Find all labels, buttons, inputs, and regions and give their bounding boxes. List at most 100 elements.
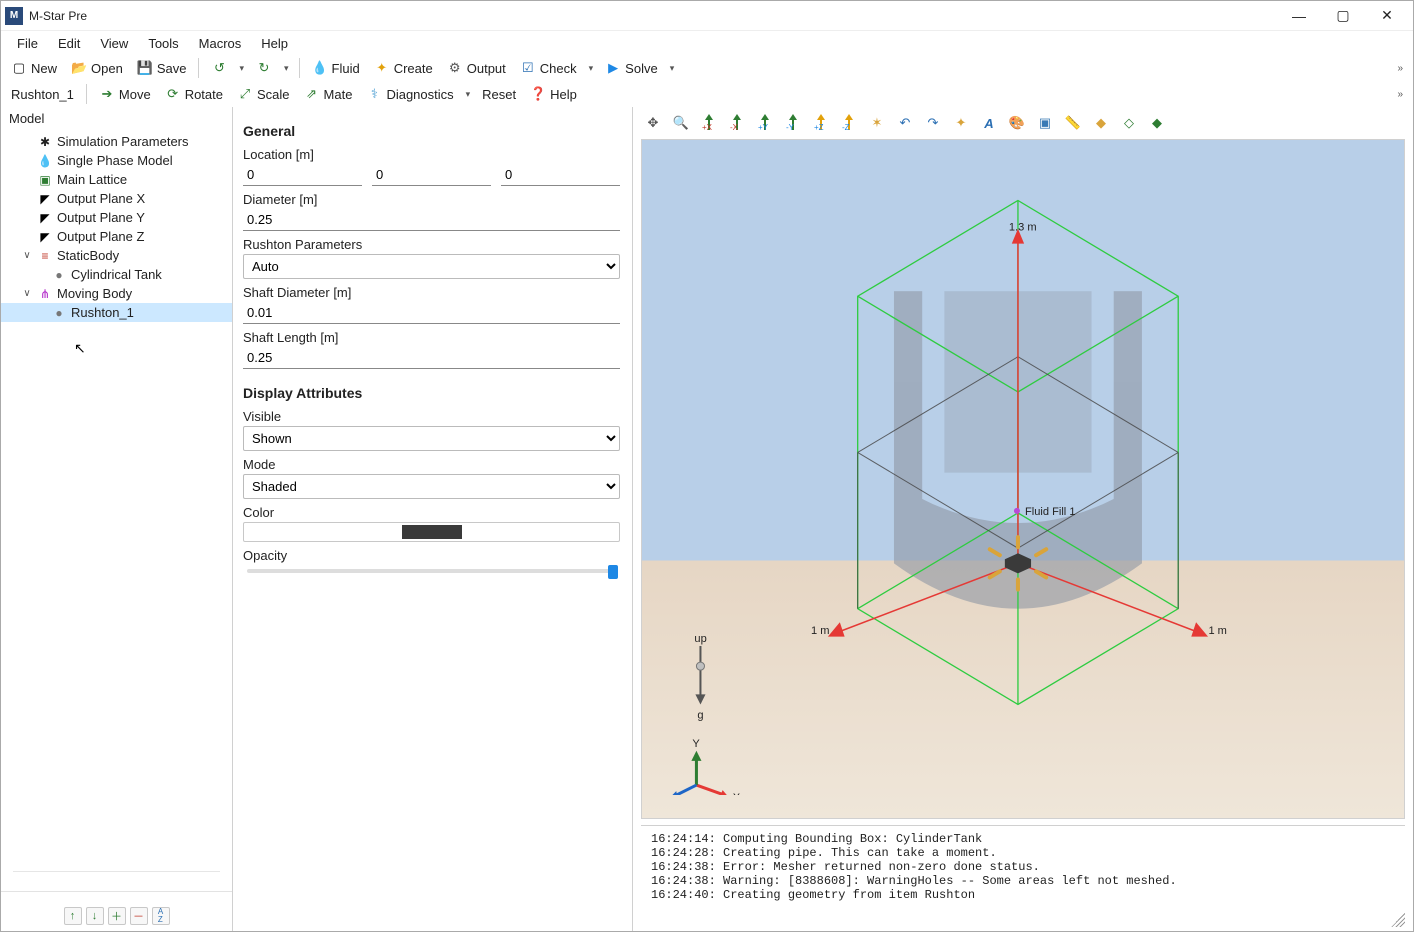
cube-outline-icon[interactable]: ▣: [1033, 111, 1057, 135]
text-overlay-icon[interactable]: A: [977, 111, 1001, 135]
tree-item[interactable]: ●Cylindrical Tank: [1, 265, 232, 284]
remove-node-button[interactable]: －: [130, 907, 148, 925]
scale-button[interactable]: ⤢Scale: [231, 84, 296, 104]
viewport-toolbar: ✥ 🔍 +X -X +Y -Y +Z -Z ✶ ↶ ↷ ✦ A 🎨 ▣ 📏 ◆ …: [633, 107, 1413, 139]
check-dropdown[interactable]: ▾: [585, 63, 598, 74]
mate-button[interactable]: ⇗Mate: [298, 84, 359, 104]
rushton-params-select[interactable]: Auto: [243, 254, 620, 279]
move-button[interactable]: ➔Move: [93, 84, 157, 104]
toolbar-overflow[interactable]: »: [1391, 61, 1409, 76]
solve-button[interactable]: ▶Solve: [599, 58, 664, 78]
location-x-input[interactable]: [243, 164, 362, 186]
diagnostics-button[interactable]: ⚕Diagnostics: [360, 84, 459, 104]
tree-item[interactable]: ◤Output Plane Y: [1, 208, 232, 227]
expander-icon[interactable]: ∨: [21, 250, 33, 261]
tree-item[interactable]: ◤Output Plane X: [1, 189, 232, 208]
move-up-button[interactable]: ↑: [64, 907, 82, 925]
visible-select[interactable]: Shown: [243, 426, 620, 451]
open-button[interactable]: 📂Open: [65, 58, 129, 78]
window-maximize-button[interactable]: ▢: [1321, 2, 1365, 30]
opacity-slider[interactable]: [247, 569, 616, 573]
zoom-icon[interactable]: 🔍: [669, 111, 693, 135]
check-button[interactable]: ☑Check: [514, 58, 583, 78]
palette-icon[interactable]: 🎨: [1005, 111, 1029, 135]
menu-tools[interactable]: Tools: [138, 34, 188, 53]
menu-help[interactable]: Help: [251, 34, 298, 53]
toolbar-overflow[interactable]: »: [1391, 87, 1409, 102]
expander-icon[interactable]: ∨: [21, 288, 33, 299]
view-plus-y-icon[interactable]: +Y: [753, 111, 777, 135]
window-minimize-button[interactable]: —: [1277, 2, 1321, 30]
save-button[interactable]: 💾Save: [131, 58, 193, 78]
shaft-length-input[interactable]: [243, 347, 620, 369]
cube-yellow-icon[interactable]: ◆: [1089, 111, 1113, 135]
shaft-diameter-input[interactable]: [243, 302, 620, 324]
viewport-panel: ✥ 🔍 +X -X +Y -Y +Z -Z ✶ ↶ ↷ ✦ A 🎨 ▣ 📏 ◆ …: [633, 107, 1413, 931]
pivot-icon[interactable]: ✦: [949, 111, 973, 135]
tree-item-label: Rushton_1: [71, 305, 134, 320]
window-close-button[interactable]: ✕: [1365, 2, 1409, 30]
menu-macros[interactable]: Macros: [189, 34, 252, 53]
view-minus-z-icon[interactable]: -Z: [837, 111, 861, 135]
redo-button[interactable]: ↻: [250, 58, 278, 78]
view-plus-x-icon[interactable]: +X: [697, 111, 721, 135]
rotate-pos90-icon[interactable]: ↷: [921, 111, 945, 135]
rotate-button[interactable]: ⟳Rotate: [159, 84, 229, 104]
log-panel[interactable]: 16:24:14: Computing Bounding Box: Cylind…: [641, 825, 1405, 915]
cube-green-icon[interactable]: ◇: [1117, 111, 1141, 135]
view-minus-x-icon[interactable]: -X: [725, 111, 749, 135]
tree-item[interactable]: ▣Main Lattice: [1, 170, 232, 189]
create-button[interactable]: ✦Create: [368, 58, 439, 78]
menu-file[interactable]: File: [7, 34, 48, 53]
section-display: Display Attributes: [243, 385, 620, 401]
iso-view-icon[interactable]: ✶: [865, 111, 889, 135]
location-z-input[interactable]: [501, 164, 620, 186]
model-tree[interactable]: ✱Simulation Parameters💧Single Phase Mode…: [1, 130, 232, 871]
add-node-button[interactable]: ＋: [108, 907, 126, 925]
undo-button[interactable]: ↺: [205, 58, 233, 78]
svg-text:+Y: +Y: [758, 123, 769, 132]
menu-edit[interactable]: Edit: [48, 34, 90, 53]
fit-geometry-icon[interactable]: ✥: [641, 111, 665, 135]
tree-item[interactable]: ∨≡StaticBody: [1, 246, 232, 265]
rotate-neg90-icon[interactable]: ↶: [893, 111, 917, 135]
view-plus-z-icon[interactable]: +Z: [809, 111, 833, 135]
help-button[interactable]: ❓Help: [524, 84, 583, 104]
view-minus-y-icon[interactable]: -Y: [781, 111, 805, 135]
menu-view[interactable]: View: [90, 34, 138, 53]
fluid-button[interactable]: 💧Fluid: [306, 58, 366, 78]
gear-icon: ⚙: [447, 60, 463, 76]
new-button[interactable]: ▢New: [5, 58, 63, 78]
resize-handle[interactable]: [641, 919, 1405, 927]
undo-dropdown[interactable]: ▾: [235, 63, 248, 74]
location-y-input[interactable]: [372, 164, 491, 186]
move-label: Move: [119, 87, 151, 102]
sort-az-button[interactable]: AZ: [152, 907, 170, 925]
node-icon: ◤: [37, 192, 53, 206]
color-picker[interactable]: [243, 522, 620, 542]
tree-item[interactable]: ∨⋔Moving Body: [1, 284, 232, 303]
opacity-thumb[interactable]: [608, 565, 618, 579]
tree-item[interactable]: ✱Simulation Parameters: [1, 132, 232, 151]
tree-item[interactable]: ● Rushton_1: [1, 303, 232, 322]
open-label: Open: [91, 61, 123, 76]
tree-item[interactable]: ◤Output Plane Z: [1, 227, 232, 246]
mode-select[interactable]: Shaded: [243, 474, 620, 499]
redo-dropdown[interactable]: ▾: [280, 63, 293, 74]
location-label: Location [m]: [243, 147, 620, 162]
menubar: File Edit View Tools Macros Help: [1, 31, 1413, 55]
tree-item[interactable]: 💧Single Phase Model: [1, 151, 232, 170]
solve-dropdown[interactable]: ▾: [666, 63, 679, 74]
move-down-button[interactable]: ↓: [86, 907, 104, 925]
diameter-input[interactable]: [243, 209, 620, 231]
node-icon: ●: [51, 306, 67, 320]
cube-solid-icon[interactable]: ◆: [1145, 111, 1169, 135]
ruler-icon[interactable]: 📏: [1061, 111, 1085, 135]
check-label: Check: [540, 61, 577, 76]
viewport-3d[interactable]: Fluid Fill 1 1.3 m 1 m 1 m up g X: [641, 139, 1405, 819]
reset-dropdown-chev[interactable]: ▾: [462, 89, 475, 100]
node-icon: ≡: [37, 249, 53, 263]
output-button[interactable]: ⚙Output: [441, 58, 512, 78]
save-icon: 💾: [137, 60, 153, 76]
reset-button[interactable]: Reset: [476, 85, 522, 104]
